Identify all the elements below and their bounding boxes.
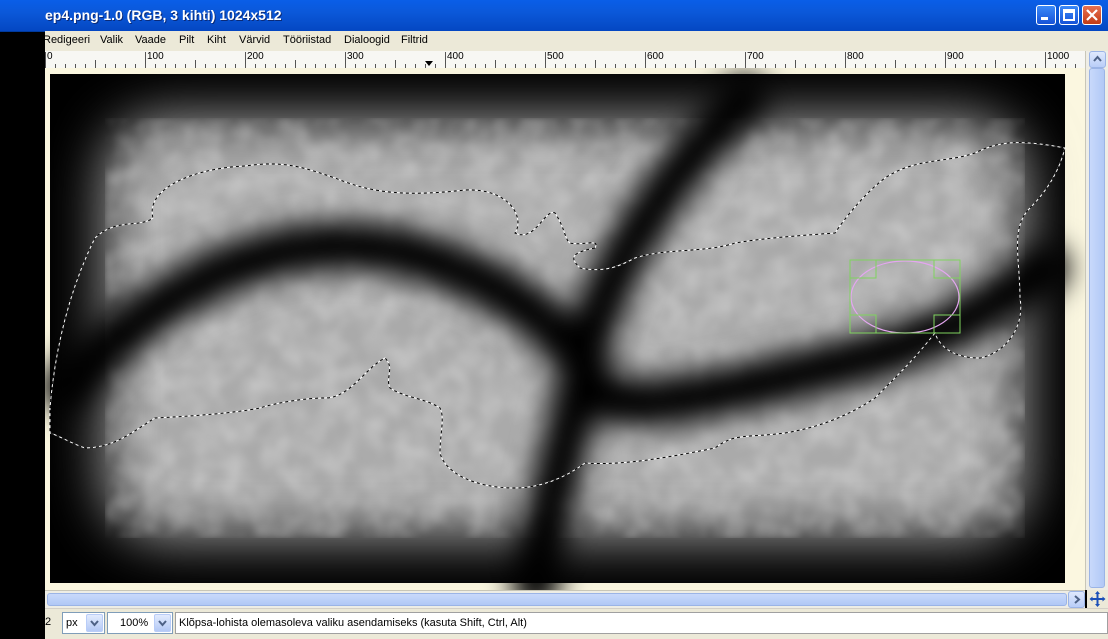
ruler-tick [1045, 52, 1046, 68]
ruler-label: 600 [647, 51, 664, 62]
menu-view[interactable]: Vaade [135, 34, 166, 46]
ruler-label: 500 [547, 51, 564, 62]
ruler-tick [645, 52, 646, 68]
unit-select[interactable]: px [62, 612, 105, 634]
ruler-label: 900 [947, 51, 964, 62]
vertical-scrollbar[interactable] [1085, 51, 1108, 590]
close-icon [1086, 9, 1098, 21]
unit-dropdown-button[interactable] [86, 614, 103, 632]
ruler-tick [45, 52, 46, 68]
ruler-label: 300 [347, 51, 364, 62]
menu-colors[interactable]: Värvid [239, 34, 270, 46]
ruler-tick [495, 60, 496, 68]
minimize-button[interactable] [1036, 5, 1056, 25]
move-navigate-icon [1089, 591, 1106, 607]
scroll-right-button[interactable] [1068, 591, 1085, 608]
ruler-tick [745, 52, 746, 68]
status-message-text: Klõpsa-lohista olemasoleva valiku asenda… [179, 617, 527, 629]
ruler-tick [995, 60, 996, 68]
ruler-label: 800 [847, 51, 864, 62]
ruler-tick [395, 60, 396, 68]
ruler-tick [345, 52, 346, 68]
ruler-label: 400 [447, 51, 464, 62]
ruler-tick [95, 60, 96, 68]
window-title: ep4.png-1.0 (RGB, 3 kihti) 1024x512 [45, 7, 282, 23]
close-button[interactable] [1082, 5, 1102, 25]
ruler-tick [445, 52, 446, 68]
navigate-button[interactable] [1087, 590, 1108, 608]
horizontal-scrollbar[interactable] [45, 590, 1085, 609]
zoom-value: 100% [120, 617, 149, 629]
menu-dialogs[interactable]: Dialoogid [344, 34, 390, 46]
pointer-coordinates: 2 [45, 616, 52, 628]
minimize-icon [1041, 17, 1048, 20]
arrow-up-icon [1093, 55, 1102, 62]
menu-tools[interactable]: Tööriistad [283, 34, 331, 46]
ruler-label: 100 [147, 51, 164, 62]
menu-bar: Redigeeri Valik Vaade Pilt Kiht Värvid T… [43, 31, 1108, 52]
chevron-down-icon [90, 620, 99, 627]
ruler-tick [845, 52, 846, 68]
menu-image[interactable]: Pilt [179, 34, 194, 46]
ruler-tick [145, 52, 146, 68]
ruler-label: 200 [247, 51, 264, 62]
ruler-tick [945, 52, 946, 68]
title-bar: ep4.png-1.0 (RGB, 3 kihti) 1024x512 [0, 0, 1108, 32]
canvas-area[interactable] [45, 68, 1085, 590]
menu-select[interactable]: Valik [100, 34, 123, 46]
horizontal-scroll-thumb[interactable] [47, 593, 1067, 606]
unit-value: px [66, 617, 78, 629]
maximize-icon [1063, 9, 1075, 21]
ruler-tick [695, 60, 696, 68]
ruler-tick [795, 60, 796, 68]
vertical-scroll-thumb[interactable] [1089, 68, 1105, 588]
scroll-up-button[interactable] [1089, 51, 1106, 68]
ruler-tick [895, 60, 896, 68]
menu-layer[interactable]: Kiht [207, 34, 226, 46]
ruler-label: 1000 [1047, 51, 1070, 62]
maximize-button[interactable] [1059, 5, 1079, 25]
menu-filters[interactable]: Filtrid [401, 34, 428, 46]
ruler-tick [595, 60, 596, 68]
ruler-tick [545, 52, 546, 68]
ruler-label: 0 [47, 51, 53, 62]
menu-edit[interactable]: Redigeeri [43, 34, 90, 46]
ruler-tick [295, 60, 296, 68]
chevron-down-icon [158, 620, 167, 627]
status-message: Klõpsa-lohista olemasoleva valiku asenda… [175, 612, 1108, 634]
left-dark-strip [0, 0, 45, 638]
ruler-tick [245, 52, 246, 68]
image-canvas[interactable] [45, 68, 1085, 590]
arrow-right-icon [1074, 595, 1081, 604]
ruler-pointer-icon [425, 61, 433, 66]
zoom-select[interactable]: 100% [107, 612, 173, 634]
zoom-dropdown-button[interactable] [154, 614, 171, 632]
ruler-label: 700 [747, 51, 764, 62]
horizontal-ruler[interactable]: 0 100 200 300 400 500 600 700 800 900 1000 [45, 51, 1085, 69]
ruler-tick [195, 60, 196, 68]
status-bar: 2 px 100% Klõpsa-lohista olemasoleva val… [45, 608, 1108, 639]
